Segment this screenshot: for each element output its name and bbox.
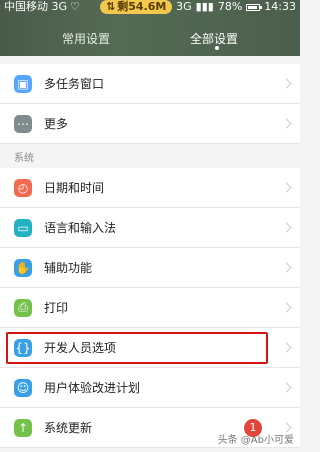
settings-tabs: 常用设置 全部设置: [0, 26, 300, 56]
list-item-label: 用户体验改进计划: [44, 381, 141, 395]
list-item-label: 系统更新: [44, 421, 93, 435]
section-title-system: 系统: [0, 144, 300, 168]
chevron-right-icon: [281, 302, 292, 313]
status-left: 中国移动 3G ♡: [4, 0, 80, 14]
tab-all-settings[interactable]: 全部设置: [190, 30, 238, 47]
data-transfer-icon: ⇅: [106, 0, 116, 13]
active-tab-indicator: [215, 46, 219, 50]
printer-icon: ⎙: [14, 298, 32, 317]
list-item-date-time[interactable]: ◴ 日期和时间: [0, 168, 300, 208]
list-item-accessibility[interactable]: ✋ 辅助功能: [0, 248, 300, 288]
battery-icon: [246, 3, 263, 11]
keyboard-icon: ▭: [14, 218, 32, 237]
list-item-label: 多任务窗口: [44, 77, 105, 91]
more-icon: ⋯: [14, 114, 32, 133]
list-item-label: 打印: [44, 301, 69, 315]
chevron-right-icon: [281, 182, 292, 193]
battery-percent: 78%: [217, 0, 243, 13]
data-remaining-text: 剩54.6M: [117, 0, 167, 13]
list-item-label: 辅助功能: [44, 261, 93, 275]
list-item-user-experience[interactable]: ☺ 用户体验改进计划: [0, 368, 300, 408]
chevron-right-icon: [281, 342, 292, 353]
list-item-multi-window[interactable]: ▣ 多任务窗口: [0, 64, 300, 104]
chevron-right-icon: [281, 78, 292, 89]
data-remaining-pill: ⇅ 剩54.6M: [100, 0, 173, 14]
watermark: 头条 @Ab小可爱: [217, 435, 294, 446]
hand-icon: ✋: [14, 258, 32, 277]
chevron-right-icon: [281, 382, 292, 393]
status-bar: 中国移动 3G ♡ ⇅ 剩54.6M 3G ▮▮▮ 78% 14:33: [0, 0, 300, 14]
network-type: 3G: [176, 0, 192, 13]
clock-icon: ◴: [14, 178, 32, 197]
tab-common-settings[interactable]: 常用设置: [62, 30, 110, 47]
list-item-print[interactable]: ⎙ 打印: [0, 288, 300, 328]
header: 中国移动 3G ♡ ⇅ 剩54.6M 3G ▮▮▮ 78% 14:33 常用设置…: [0, 0, 300, 56]
user-experience-icon: ☺: [14, 378, 32, 397]
chevron-right-icon: [281, 222, 292, 233]
highlight-box: [6, 332, 268, 364]
status-right: 3G ▮▮▮ 78% 14:33: [176, 0, 296, 14]
settings-list: ▣ 多任务窗口 ⋯ 更多 系统 ◴ 日期和时间 ▭ 语言和输入法 ✋ 辅助功能 …: [0, 56, 300, 448]
heart-icon: ♡: [70, 0, 80, 13]
chevron-right-icon: [281, 118, 292, 129]
multi-window-icon: ▣: [14, 74, 32, 93]
list-item-label: 语言和输入法: [44, 221, 117, 235]
upgrade-icon: ↑: [14, 418, 32, 437]
carrier-text: 中国移动 3G: [4, 0, 68, 13]
signal-icon: ▮▮▮: [195, 0, 214, 13]
list-item-more[interactable]: ⋯ 更多: [0, 104, 300, 144]
list-item-label: 日期和时间: [44, 181, 105, 195]
time: 14:33: [264, 0, 296, 13]
list-item-developer-options[interactable]: {} 开发人员选项: [0, 328, 300, 368]
list-item-language-input[interactable]: ▭ 语言和输入法: [0, 208, 300, 248]
list-item-label: 更多: [44, 117, 69, 131]
chevron-right-icon: [281, 262, 292, 273]
